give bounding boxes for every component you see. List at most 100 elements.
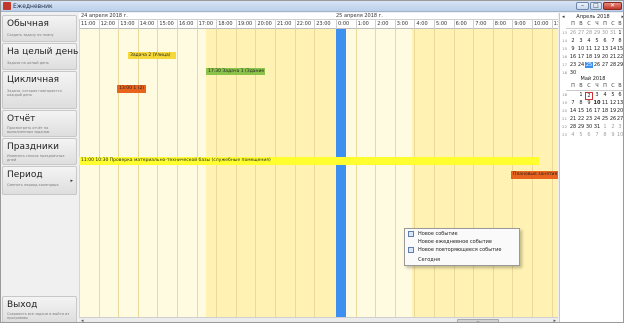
horizontal-scrollbar[interactable]: ◂ ≡ ▸ bbox=[79, 317, 558, 322]
calendar-day[interactable]: 9 bbox=[585, 100, 593, 106]
calendar-day[interactable]: 18 bbox=[585, 54, 593, 60]
week-number: 13 bbox=[562, 30, 567, 35]
calendar-day[interactable]: 7 bbox=[593, 132, 601, 138]
calendar-day[interactable]: 9 bbox=[569, 46, 577, 52]
nav-report-button[interactable]: Отчёт Просмотреть отчёт по выполненным з… bbox=[2, 110, 77, 137]
calendar-day[interactable]: 3 bbox=[593, 92, 601, 98]
calendar-day[interactable]: 31 bbox=[593, 124, 601, 130]
calendar-day[interactable]: 1 bbox=[577, 92, 585, 98]
calendar-day[interactable]: 10 bbox=[616, 132, 623, 138]
scroll-left-icon[interactable]: ◂ bbox=[81, 318, 84, 322]
calendar-day[interactable]: 1 bbox=[601, 124, 609, 130]
calendar-day[interactable]: 27 bbox=[601, 62, 609, 68]
event-13-00[interactable]: 13:00 1 (2) bbox=[117, 85, 146, 93]
nav-cyclic-button[interactable]: Цикличная Задача, которая повторяется ка… bbox=[2, 71, 77, 109]
calendar-day[interactable]: 26 bbox=[593, 62, 601, 68]
nav-report-desc: Просмотреть отчёт по выполненным задачам bbox=[7, 126, 50, 134]
calendar-day[interactable]: 10 bbox=[593, 100, 601, 106]
calendar-day[interactable]: 2 bbox=[569, 38, 577, 44]
timeline-grid[interactable]: Задача 2 (Улица) 17:30 Задача 1 (Здание … bbox=[79, 29, 558, 317]
calendar-day[interactable]: 26 bbox=[569, 30, 577, 36]
calendar-day[interactable]: 11 bbox=[585, 46, 593, 52]
calendar-day[interactable]: 17 bbox=[593, 108, 601, 114]
calendar-day[interactable]: 16 bbox=[569, 54, 577, 60]
menu-item-new-recurring-event[interactable]: Новое повторяющееся событие bbox=[405, 246, 519, 254]
calendar-day[interactable]: 2 bbox=[585, 92, 593, 100]
calendar-day[interactable]: 5 bbox=[577, 132, 585, 138]
calendar-day[interactable]: 20 bbox=[616, 108, 623, 114]
calendar-day[interactable]: 22 bbox=[577, 116, 585, 122]
nav-holidays-button[interactable]: Праздники Изменить список праздничных дн… bbox=[2, 138, 77, 165]
calendar-day[interactable]: 24 bbox=[577, 62, 585, 68]
calendar-day[interactable]: 21 bbox=[569, 116, 577, 122]
calendar-day[interactable]: 30 bbox=[585, 124, 593, 130]
nav-period-button[interactable]: Период Сменить период календаря ▸ bbox=[2, 166, 77, 195]
calendar-day[interactable]: 6 bbox=[601, 38, 609, 44]
hour-separator bbox=[355, 20, 357, 29]
calendar-day[interactable]: 11 bbox=[601, 100, 609, 106]
calendar-day[interactable]: 28 bbox=[569, 124, 577, 130]
event-planned[interactable]: Плановые занятия bbox=[511, 171, 558, 179]
calendar-day[interactable]: 15 bbox=[616, 46, 623, 52]
calendar-day[interactable]: 10 bbox=[577, 46, 585, 52]
calendar-day[interactable]: 13 bbox=[601, 46, 609, 52]
menu-item-new-daily-event[interactable]: Новое ежедневное событие bbox=[405, 238, 519, 246]
calendar-day[interactable]: 16 bbox=[585, 108, 593, 114]
calendar-day[interactable]: 4 bbox=[569, 132, 577, 138]
calendar-day[interactable]: 1 bbox=[616, 30, 623, 36]
calendar-day[interactable]: 8 bbox=[577, 100, 585, 106]
calendar-day[interactable]: 23 bbox=[585, 116, 593, 122]
calendar-day[interactable]: 28 bbox=[585, 30, 593, 36]
hour-separator bbox=[216, 20, 218, 29]
nav-ordinary-button[interactable]: Обычная Создать задачу по плану bbox=[2, 15, 77, 42]
calendar-day[interactable]: 29 bbox=[616, 62, 623, 68]
maximize-button[interactable]: □ bbox=[590, 2, 602, 10]
calendar-day[interactable]: 5 bbox=[593, 38, 601, 44]
event-inspection[interactable]: 11:00 10:30 Проверка материально-техниче… bbox=[79, 157, 539, 165]
calendar-day[interactable]: 27 bbox=[616, 116, 623, 122]
menu-item-today[interactable]: Сегодня bbox=[405, 256, 519, 264]
calendar-day[interactable]: 8 bbox=[616, 38, 623, 44]
calendar-day[interactable]: 25 bbox=[585, 62, 593, 68]
calendar-day[interactable]: 20 bbox=[601, 54, 609, 60]
calendar-day[interactable]: 7 bbox=[569, 100, 577, 106]
calendar-day[interactable]: 17 bbox=[577, 54, 585, 60]
week-number: 18 bbox=[562, 92, 567, 97]
hour-gridline bbox=[98, 29, 100, 317]
hour-separator bbox=[551, 20, 553, 29]
scroll-thumb[interactable]: ≡ bbox=[457, 319, 499, 322]
close-button[interactable]: ✕ bbox=[603, 2, 622, 10]
calendar-day[interactable]: 30 bbox=[601, 30, 609, 36]
calendar-day[interactable]: 12 bbox=[593, 46, 601, 52]
calendar-day[interactable]: 4 bbox=[601, 92, 609, 98]
menu-item-new-event[interactable]: Новое событие bbox=[405, 230, 519, 238]
nav-exit-button[interactable]: Выход Сохранить все задачи и выйти из пр… bbox=[2, 296, 77, 322]
calendar-day[interactable]: 6 bbox=[616, 92, 623, 98]
calendar-day[interactable]: 18 bbox=[601, 108, 609, 114]
calendar-day[interactable]: 25 bbox=[601, 116, 609, 122]
prev-month-icon[interactable]: ◂ bbox=[562, 13, 565, 21]
calendar-day[interactable]: 29 bbox=[593, 30, 601, 36]
calendar-day[interactable]: 13 bbox=[616, 100, 623, 106]
calendar-day[interactable]: 3 bbox=[577, 38, 585, 44]
calendar-day[interactable]: 23 bbox=[569, 62, 577, 68]
scroll-right-icon[interactable]: ▸ bbox=[553, 318, 556, 322]
calendar-day[interactable]: 6 bbox=[585, 132, 593, 138]
calendar-day[interactable]: 4 bbox=[585, 38, 593, 44]
event-task2[interactable]: Задача 2 (Улица) bbox=[128, 52, 176, 59]
calendar-day[interactable]: 22 bbox=[616, 54, 623, 60]
event-task1[interactable]: 17:30 Задача 1 (Здание bbox=[206, 68, 265, 75]
hour-gridline bbox=[196, 29, 198, 317]
calendar-day[interactable]: 3 bbox=[616, 124, 623, 130]
calendar-day[interactable]: 14 bbox=[569, 108, 577, 114]
calendar-day[interactable]: 29 bbox=[577, 124, 585, 130]
month-title: Май 2018 bbox=[580, 76, 606, 82]
calendar-day[interactable]: 24 bbox=[593, 116, 601, 122]
minimize-button[interactable]: – bbox=[576, 2, 589, 10]
timeline-view[interactable]: 24 апреля 2018 г. 25 апреля 2018 г. 11:0… bbox=[79, 13, 558, 322]
calendar-day[interactable]: 19 bbox=[593, 54, 601, 60]
nav-allday-button[interactable]: На целый день Задача на целый день bbox=[2, 43, 78, 70]
calendar-day[interactable]: 15 bbox=[577, 108, 585, 114]
calendar-day[interactable]: 8 bbox=[601, 132, 609, 138]
calendar-day[interactable]: 27 bbox=[577, 30, 585, 36]
